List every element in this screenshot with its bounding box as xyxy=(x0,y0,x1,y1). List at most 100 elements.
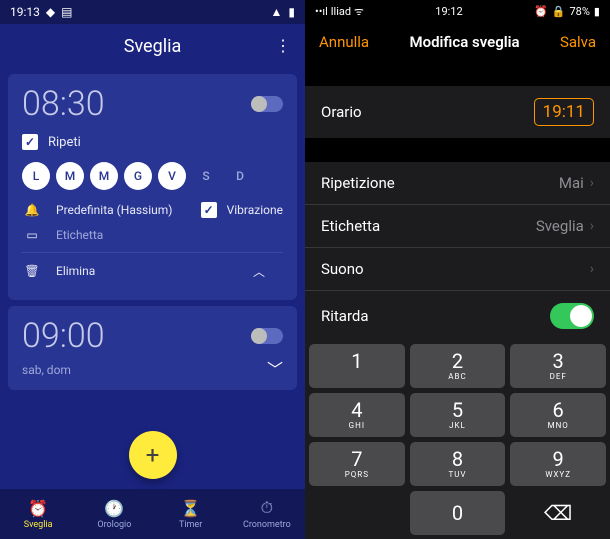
nav-orologio[interactable]: 🕐 Orologio xyxy=(76,489,152,539)
page-title: Sveglia xyxy=(124,36,182,57)
key-8[interactable]: 8TUV xyxy=(410,442,506,486)
key-blank xyxy=(309,491,405,535)
alarm-days-summary: sab, dom xyxy=(22,363,71,377)
etichetta-row[interactable]: Etichetta Sveglia › xyxy=(305,205,610,248)
battery-icon: ▮ xyxy=(288,5,295,19)
ios-header: Annulla Modifica sveglia Salva xyxy=(305,22,610,62)
label-row[interactable]: ▭ Etichetta xyxy=(22,228,283,242)
alarm-icon: ⏰ xyxy=(28,499,48,518)
orario-value[interactable]: 19:11 xyxy=(534,98,594,126)
ios-status-bar: ••ıl Iliad ᯤ 19:12 ⏰ 🔒 78% ▮ xyxy=(305,0,610,22)
settings-section: Ripetizione Mai › Etichetta Sveglia › Suon… xyxy=(305,162,610,341)
key-7[interactable]: 7PQRS xyxy=(309,442,405,486)
etichetta-value: Sveglia xyxy=(536,217,584,235)
overflow-menu-icon[interactable]: ⋮ xyxy=(275,36,291,55)
days-row: L M M G V S D xyxy=(22,162,283,190)
location-icon: ◆ xyxy=(46,5,55,19)
chevron-down-icon[interactable]: ﹀ xyxy=(267,356,283,380)
ritarda-toggle[interactable] xyxy=(550,303,594,329)
key-9[interactable]: 9WXYZ xyxy=(510,442,606,486)
ripetizione-value: Mai xyxy=(559,174,584,192)
page-title: Modifica sveglia xyxy=(409,33,519,51)
alarm-card-collapsed[interactable]: 09:00 sab, dom ﹀ xyxy=(8,306,297,390)
etichetta-placeholder: Etichetta xyxy=(56,228,103,242)
battery-percent: 78% xyxy=(570,5,590,18)
chevron-right-icon: › xyxy=(590,261,594,277)
status-time: 19:12 xyxy=(435,5,462,18)
bottom-nav: ⏰ Sveglia 🕐 Orologio ⏳ Timer ⏱ Cronometr… xyxy=(0,489,305,539)
alarm-status-icon: ⏰ xyxy=(534,5,548,18)
key-3[interactable]: 3DEF xyxy=(510,344,606,388)
vibrate-label: Vibrazione xyxy=(227,203,283,217)
nav-label: Orologio xyxy=(97,520,131,530)
android-screen: 19:13 ◆ ▤ ▲ ▮ Sveglia ⋮ 08:30 ✓ Ripeti L… xyxy=(0,0,305,539)
day-v[interactable]: V xyxy=(158,162,186,190)
alarm-time-2[interactable]: 09:00 xyxy=(22,316,251,356)
rotation-lock-icon: 🔒 xyxy=(552,5,566,18)
day-s[interactable]: S xyxy=(192,162,220,190)
day-m2[interactable]: M xyxy=(90,162,118,190)
divider xyxy=(22,252,283,253)
delete-label: Elimina xyxy=(56,264,95,278)
trash-icon: 🗑 xyxy=(22,264,42,278)
orario-row[interactable]: Orario 19:11 xyxy=(305,86,610,138)
ripetizione-row[interactable]: Ripetizione Mai › xyxy=(305,162,610,205)
cancel-button[interactable]: Annulla xyxy=(319,33,369,51)
day-g[interactable]: G xyxy=(124,162,152,190)
key-0[interactable]: 0 xyxy=(410,491,506,535)
day-d[interactable]: D xyxy=(226,162,254,190)
chevron-right-icon: › xyxy=(590,175,594,191)
stopwatch-icon: ⏱ xyxy=(261,498,273,518)
suono-label: Suono xyxy=(321,260,364,278)
alarm-toggle-2[interactable] xyxy=(251,328,283,344)
suono-row[interactable]: Suono › xyxy=(305,248,610,291)
orario-section: Orario 19:11 xyxy=(305,86,610,138)
key-1[interactable]: 1 xyxy=(309,344,405,388)
key-6[interactable]: 6MNO xyxy=(510,393,606,437)
numeric-keypad: 1 2ABC 3DEF 4GHI 5JKL 6MNO 7PQRS 8TUV 9W… xyxy=(305,340,610,539)
ritarda-label: Ritarda xyxy=(321,307,369,325)
alarm-card-expanded: 08:30 ✓ Ripeti L M M G V S D 🔔 Predefini… xyxy=(8,74,297,300)
status-carrier: ••ıl Iliad ᯤ xyxy=(315,5,364,18)
nav-label: Sveglia xyxy=(24,520,53,530)
ios-screen: ••ıl Iliad ᯤ 19:12 ⏰ 🔒 78% ▮ Annulla Mod… xyxy=(305,0,610,539)
chevron-right-icon: › xyxy=(590,218,594,234)
wifi-icon: ▲ xyxy=(271,5,283,19)
plus-icon: + xyxy=(146,441,160,469)
sound-label: Predefinita (Hassium) xyxy=(56,203,172,217)
key-5[interactable]: 5JKL xyxy=(410,393,506,437)
nav-timer[interactable]: ⏳ Timer xyxy=(153,489,229,539)
nav-sveglia[interactable]: ⏰ Sveglia xyxy=(0,489,76,539)
app-icon: ▤ xyxy=(61,5,72,19)
repeat-label: Ripeti xyxy=(48,135,81,150)
nav-label: Timer xyxy=(179,520,202,530)
key-2[interactable]: 2ABC xyxy=(410,344,506,388)
alarm-time[interactable]: 08:30 xyxy=(22,84,251,124)
ritarda-row: Ritarda xyxy=(305,291,610,341)
bell-icon: 🔔 xyxy=(22,203,42,217)
nav-cronometro[interactable]: ⏱ Cronometro xyxy=(229,489,305,539)
status-time: 19:13 xyxy=(10,5,40,19)
key-backspace[interactable]: ⌫ xyxy=(510,491,606,535)
delete-row[interactable]: 🗑 Elimina ︿ xyxy=(22,263,283,280)
save-button[interactable]: Salva xyxy=(560,33,596,51)
chevron-up-icon[interactable]: ︿ xyxy=(249,263,269,280)
android-status-bar: 19:13 ◆ ▤ ▲ ▮ xyxy=(0,0,305,24)
alarm-toggle[interactable] xyxy=(251,96,283,112)
etichetta-label: Etichetta xyxy=(321,217,380,235)
battery-icon: ▮ xyxy=(594,5,600,18)
nav-label: Cronometro xyxy=(243,520,291,530)
day-m1[interactable]: M xyxy=(56,162,84,190)
repeat-checkbox[interactable]: ✓ xyxy=(22,134,38,150)
day-l[interactable]: L xyxy=(22,162,50,190)
add-alarm-fab[interactable]: + xyxy=(129,431,177,479)
ripetizione-label: Ripetizione xyxy=(321,174,395,192)
sound-row[interactable]: 🔔 Predefinita (Hassium) ✓ Vibrazione xyxy=(22,202,283,218)
key-4[interactable]: 4GHI xyxy=(309,393,405,437)
clock-icon: 🕐 xyxy=(104,499,124,518)
orario-label: Orario xyxy=(321,103,362,121)
tag-icon: ▭ xyxy=(22,228,42,242)
android-header: Sveglia ⋮ xyxy=(0,24,305,68)
vibrate-checkbox[interactable]: ✓ xyxy=(201,202,217,218)
hourglass-icon: ⏳ xyxy=(181,499,201,518)
